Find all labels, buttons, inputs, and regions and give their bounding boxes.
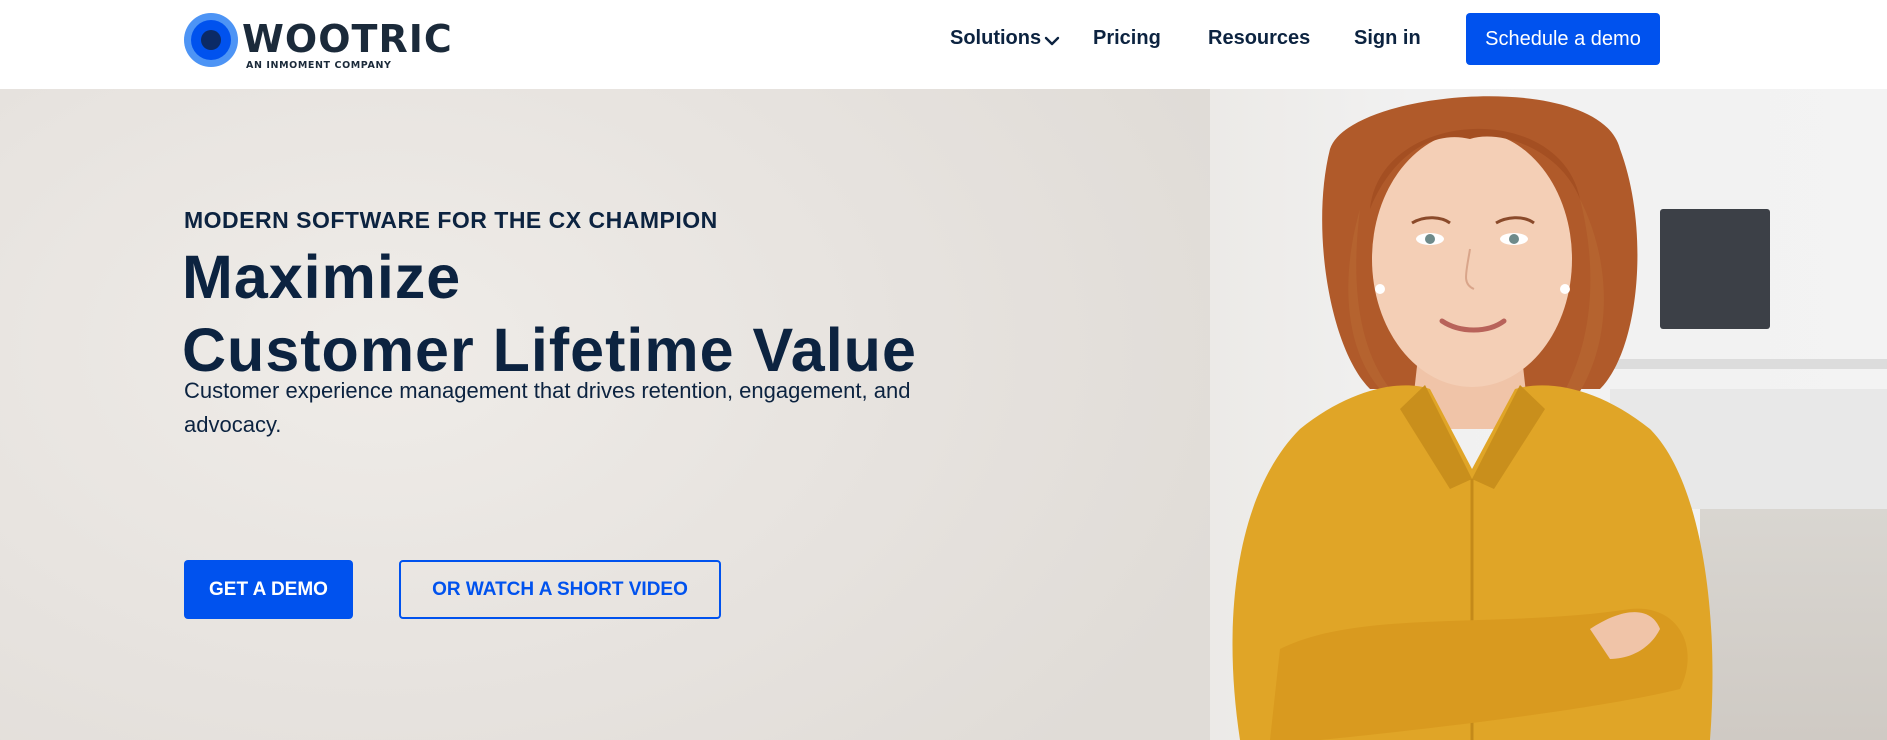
watch-video-button[interactable]: OR WATCH A SHORT VIDEO (399, 560, 721, 619)
logo-tagline: AN INMOMENT COMPANY (246, 60, 392, 71)
hero-eyebrow: MODERN SOFTWARE FOR THE CX CHAMPION (184, 207, 718, 233)
hero-headline: Maximize Customer Lifetime Value (182, 241, 917, 387)
chevron-down-icon (1044, 36, 1060, 45)
schedule-demo-button[interactable]: Schedule a demo (1466, 13, 1660, 65)
nav-item-sign-in[interactable]: Sign in (1354, 27, 1421, 50)
nav-item-label: Solutions (950, 27, 1042, 49)
hero-section: MODERN SOFTWARE FOR THE CX CHAMPION Maxi… (0, 89, 1887, 740)
nav-item-pricing[interactable]: Pricing (1093, 27, 1161, 50)
hero-portrait-image (1232, 96, 1713, 740)
hero-headline-line-1: Maximize (182, 243, 462, 311)
get-a-demo-button[interactable]: GET A DEMO (184, 560, 353, 619)
hero-subtext: Customer experience management that driv… (184, 378, 911, 437)
site-header: WOOTRIC AN INMOMENT COMPANY Solutions Pr… (0, 0, 1887, 89)
logo-mark-icon (184, 13, 238, 67)
nav-item-solutions[interactable]: Solutions (950, 27, 1060, 50)
logo-wordmark: WOOTRIC (242, 17, 453, 61)
page: WOOTRIC AN INMOMENT COMPANY Solutions Pr… (0, 0, 1887, 740)
nav-item-resources[interactable]: Resources (1208, 27, 1310, 50)
wootric-logo[interactable]: WOOTRIC AN INMOMENT COMPANY (184, 13, 452, 73)
